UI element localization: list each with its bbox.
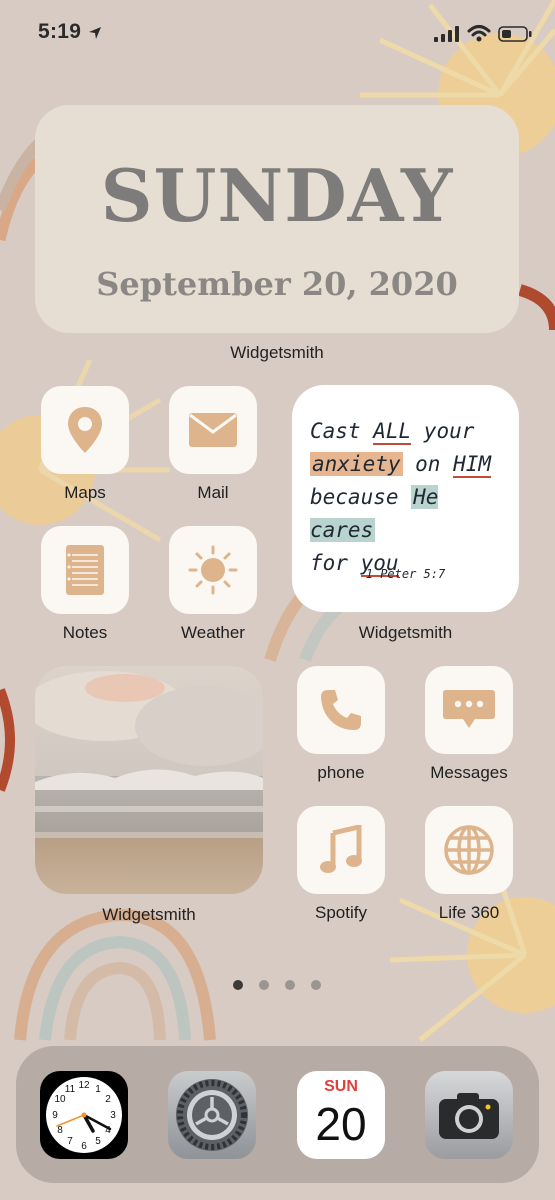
quote-emphasis: ALL [373,419,412,445]
clock-number: 9 [52,1110,58,1121]
app-label: Life 360 [438,903,500,922]
battery-icon [498,26,532,42]
wifi-icon [467,25,491,42]
calendar-day-abbrev: SUN [324,1078,358,1095]
sun-icon [188,545,238,595]
full-date-text: September 20, 2020 [96,265,458,303]
page-dot-3[interactable] [285,980,295,990]
quote-widget[interactable]: Cast ALL your anxiety on HIM because He … [292,385,519,612]
rainbow-decoration [14,908,216,1041]
status-bar: 5:19 [0,0,555,64]
quote-emphasis: HIM [453,452,492,478]
rainbow-decoration [0,688,15,792]
calendar-day-number: 20 [315,1098,367,1150]
app-label: Maps [64,483,106,502]
beach-photo [35,666,263,894]
quote-reference: 1 Peter 5:7 [365,567,446,581]
globe-icon [444,825,494,875]
camera-icon [439,1093,499,1139]
clock-number: 11 [65,1084,76,1095]
app-label: phone [317,763,365,782]
clock-number: 7 [67,1136,73,1147]
quote-widget-label: Widgetsmith [358,623,453,642]
clock-number: 1 [95,1084,101,1095]
music-note-icon [320,825,362,873]
mail-icon [189,413,237,447]
app-label: Notes [62,623,108,642]
quote-line: your [411,419,475,443]
clock-number: 3 [110,1110,116,1121]
page-indicator[interactable] [0,980,555,994]
location-arrow-icon [89,27,101,39]
photo-widget-label: Widgetsmith [102,905,196,924]
cellular-signal-icon [434,26,459,42]
clock-number: 5 [95,1136,101,1147]
phone-icon [321,690,361,730]
app-label: Mail [197,483,229,502]
quote-line: because [310,485,412,509]
status-time: 5:19 [38,20,82,43]
app-label: Weather [181,623,245,642]
quote-line: Cast [310,419,374,443]
app-label: Messages [430,763,508,782]
clock-number: 6 [81,1141,87,1152]
calendar-icon: SUN 20 [297,1071,385,1159]
clock-number: 8 [57,1125,63,1136]
date-widget[interactable]: SUNDAY September 20, 2020 [35,105,519,333]
page-dot-2[interactable] [259,980,269,990]
clock-number: 10 [54,1094,66,1105]
quote-line: on [402,452,454,476]
clock-icon: 12 1 2 3 4 5 6 7 8 9 10 11 [46,1077,122,1153]
dock-clock[interactable]: 12 1 2 3 4 5 6 7 8 9 10 11 [40,1071,128,1159]
map-pin-icon [68,407,102,453]
quote-highlight: anxiety [310,452,403,476]
notepad-icon [66,545,104,595]
photo-widget[interactable] [35,666,263,894]
date-widget-label: Widgetsmith [230,343,324,362]
weekday-text: SUNDAY [100,153,454,238]
message-bubble-icon [443,690,495,728]
page-dot-4[interactable] [311,980,321,990]
dock-calendar[interactable]: SUN 20 [297,1071,385,1159]
dock-camera[interactable] [425,1071,513,1159]
gear-icon [176,1079,248,1151]
clock-number: 2 [105,1094,111,1105]
dock-settings[interactable] [168,1071,256,1159]
clock-number: 12 [78,1080,90,1091]
app-label: Spotify [315,903,367,922]
page-dot-1[interactable] [233,980,243,990]
quote-text: Cast ALL your anxiety on HIM because He … [310,415,504,580]
